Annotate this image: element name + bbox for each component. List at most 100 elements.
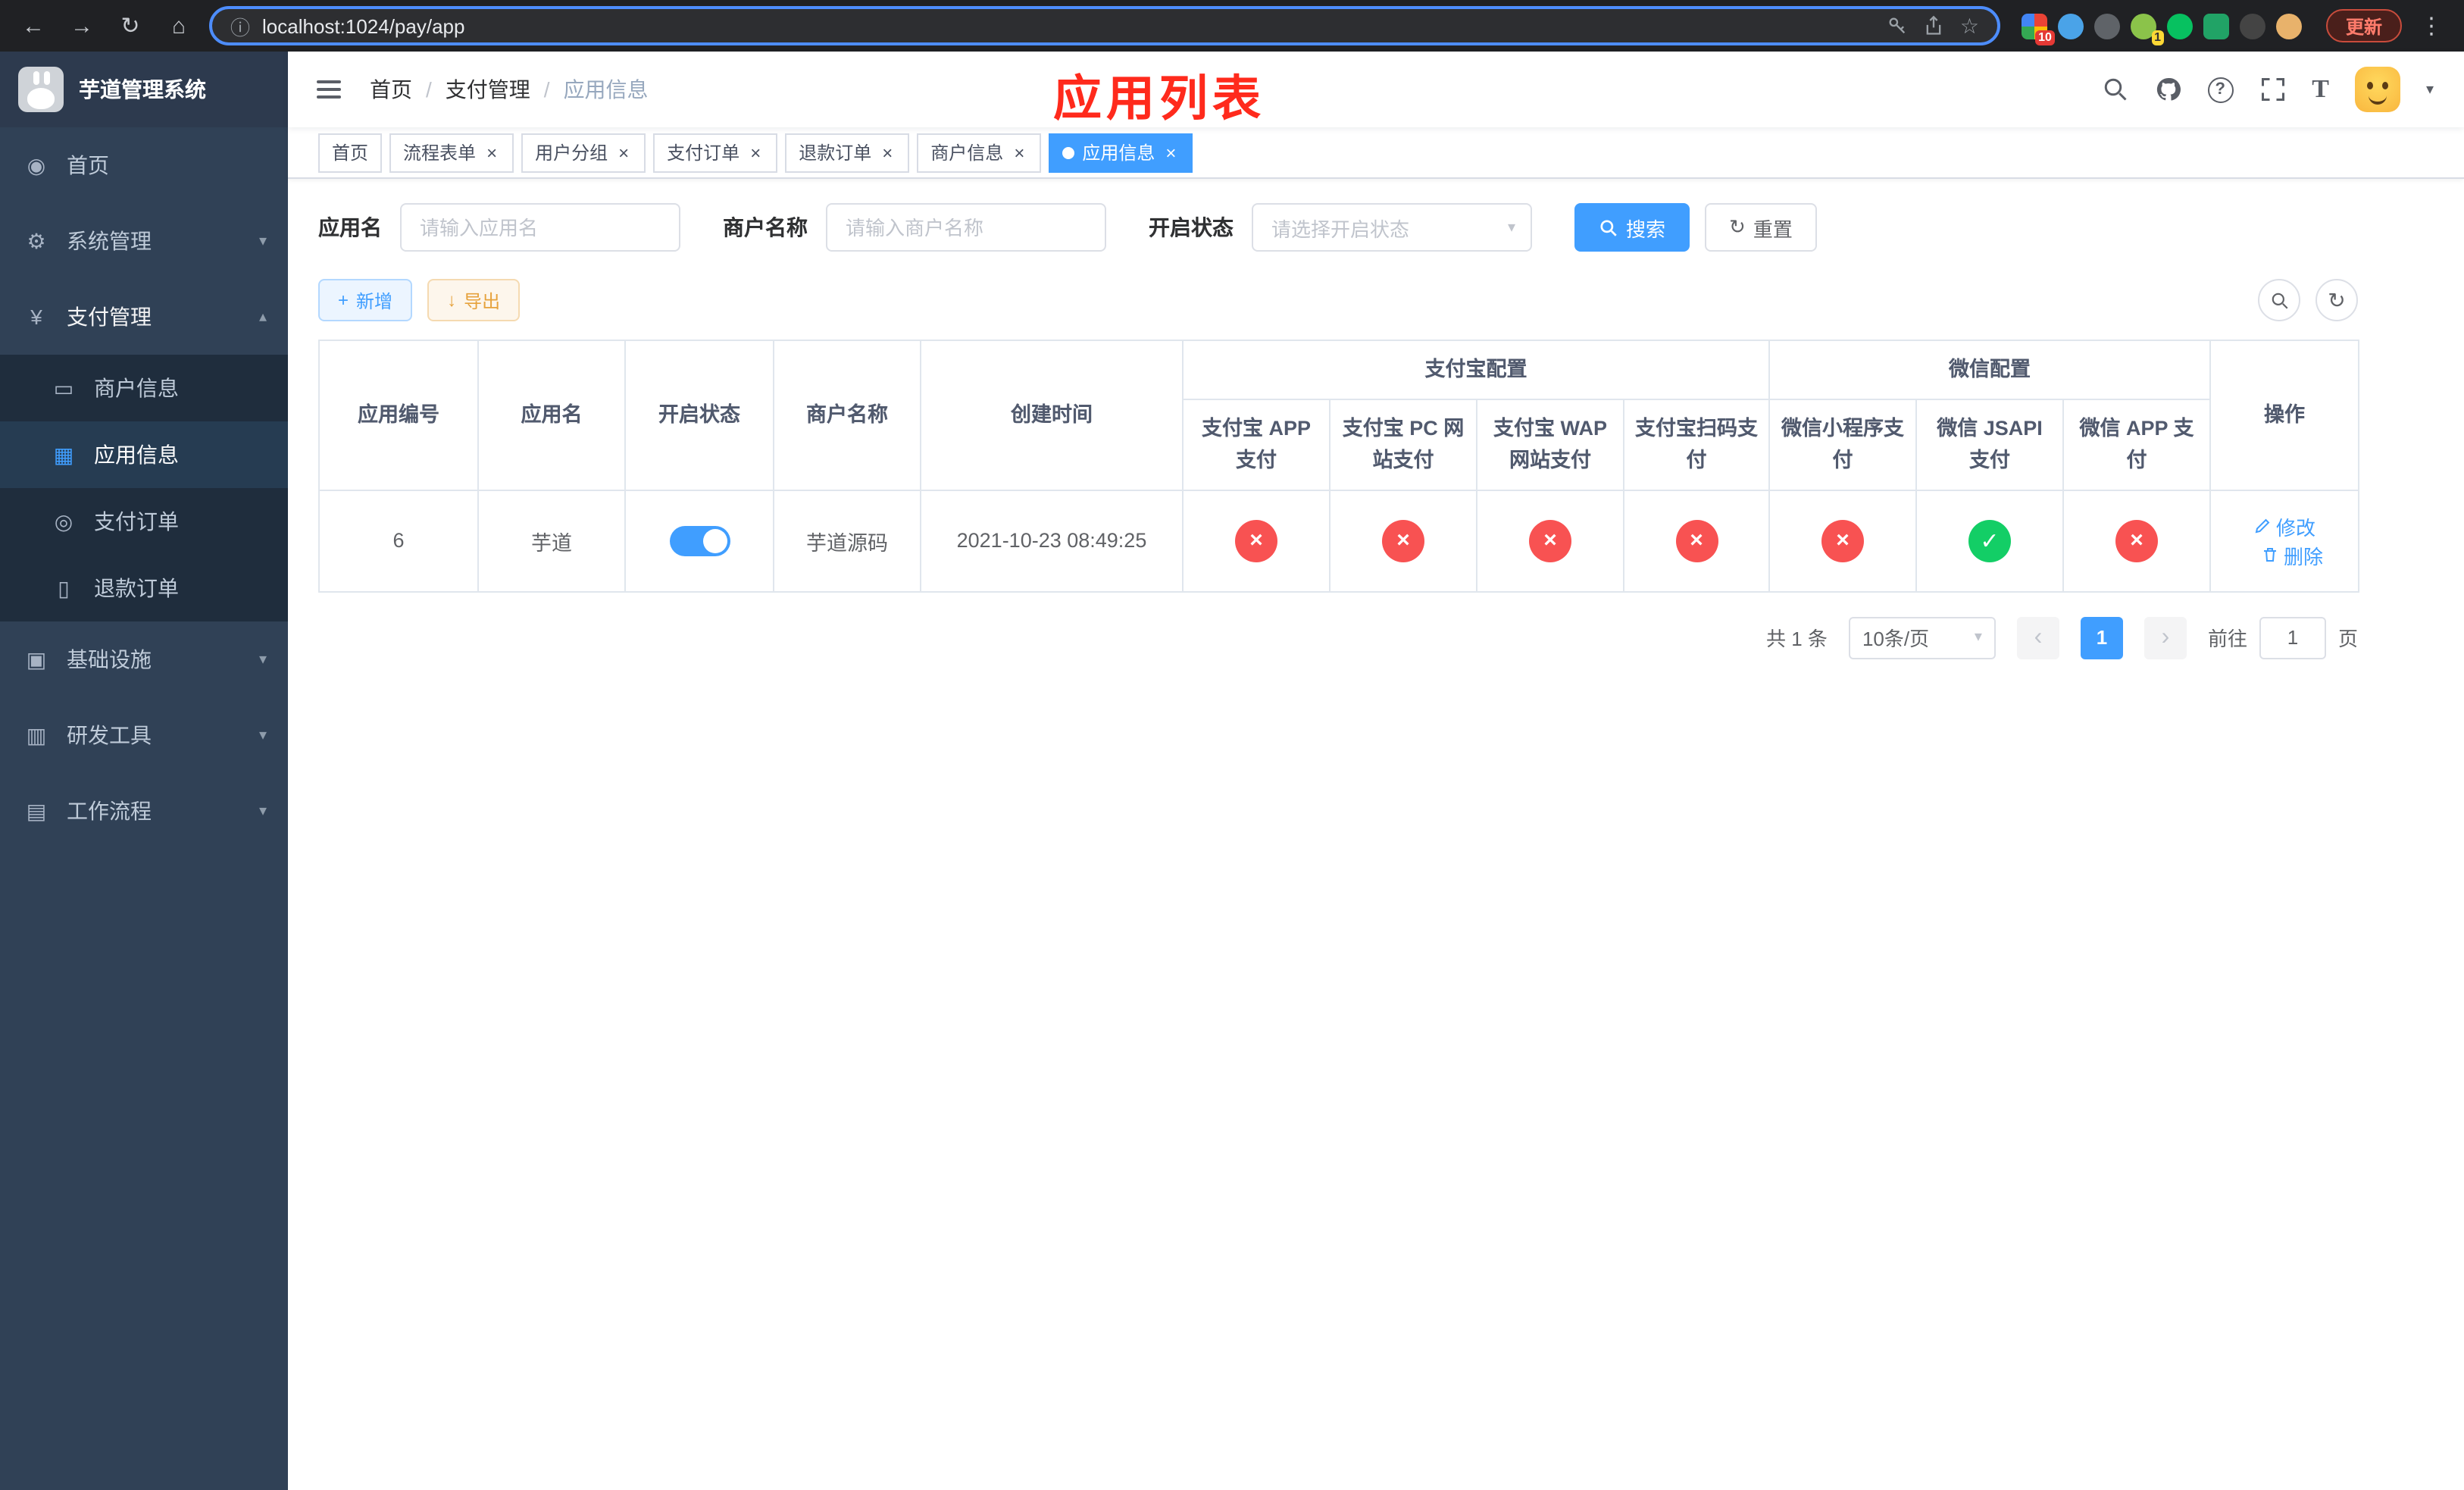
user-avatar[interactable] (2354, 67, 2400, 112)
chevron-up-icon: ▴ (258, 308, 267, 325)
browser-update-button[interactable]: 更新 (2325, 9, 2402, 42)
sidebar-item-label: 首页 (67, 153, 109, 177)
sidebar-item-workflow[interactable]: ▤ 工作流程 ▾ (0, 773, 288, 849)
browser-menu-icon[interactable]: ⋮ (2414, 12, 2449, 39)
close-icon[interactable]: × (747, 143, 764, 161)
key-icon[interactable] (1887, 15, 1909, 36)
page-size-select[interactable]: 10条/页 ▾ (1848, 616, 1996, 659)
prev-page-button[interactable]: ‹ (2016, 616, 2059, 659)
tab-pay-order[interactable]: 支付订单 × (653, 133, 778, 172)
reset-button[interactable]: ↻ 重置 (1705, 203, 1817, 252)
github-icon[interactable] (2154, 76, 2181, 103)
status-label: 开启状态 (1149, 215, 1234, 239)
main-content: 首页 / 支付管理 / 应用信息 应用列表 ? T ▾ 首页 流程表单 × 用户… (288, 52, 2464, 1490)
dashboard-icon: ◉ (27, 152, 46, 177)
breadcrumb-current: 应用信息 (563, 77, 649, 102)
chevron-down-icon: ▾ (258, 651, 267, 668)
search-icon (2271, 292, 2287, 308)
delete-link[interactable]: 删除 (2261, 541, 2323, 570)
sidebar-item-merchant-info[interactable]: ▭ 商户信息 (0, 355, 288, 421)
app-logo-row[interactable]: 芋道管理系统 (0, 52, 288, 127)
browser-reload-icon[interactable]: ↻ (112, 8, 149, 44)
font-size-icon[interactable]: T (2312, 74, 2329, 105)
tab-refund-order[interactable]: 退款订单 × (785, 133, 910, 172)
navbar-actions: ? T ▾ (2101, 67, 2434, 112)
tab-label: 应用信息 (1082, 142, 1155, 164)
app-name-input[interactable] (400, 203, 680, 252)
edit-link[interactable]: 修改 (2253, 512, 2315, 541)
next-page-button[interactable]: › (2143, 616, 2187, 659)
browser-home-icon[interactable]: ⌂ (161, 8, 197, 44)
close-icon[interactable]: × (879, 143, 896, 161)
goto-page-input[interactable] (2259, 616, 2326, 659)
bookmark-star-icon[interactable]: ☆ (1960, 13, 1979, 39)
refresh-table-button[interactable]: ↻ (2315, 279, 2358, 321)
avatar-caret-icon[interactable]: ▾ (2426, 81, 2434, 98)
sidebar-item-app-info[interactable]: ▦ 应用信息 (0, 421, 288, 488)
status-select[interactable]: 请选择开启状态 ▾ (1252, 203, 1532, 252)
extension-icon-4[interactable]: 1 (2130, 13, 2164, 45)
page-number-1[interactable]: 1 (2080, 616, 2123, 659)
sidebar-item-system[interactable]: ⚙ 系统管理 ▾ (0, 203, 288, 279)
wechat-app-status-icon: × (2115, 519, 2158, 562)
extension-icon-1[interactable]: 10 (2021, 13, 2055, 45)
refresh-icon: ↻ (1729, 215, 1746, 238)
sidebar-item-dev-tools[interactable]: ▥ 研发工具 ▾ (0, 697, 288, 773)
browser-forward-icon[interactable]: → (64, 8, 100, 44)
search-button[interactable]: 搜索 (1574, 203, 1690, 252)
tab-app-info[interactable]: 应用信息 × (1049, 133, 1193, 172)
close-icon[interactable]: × (1011, 143, 1027, 161)
sidebar-toggle-icon[interactable] (311, 71, 347, 108)
plus-icon: + (338, 290, 349, 311)
app-title: 芋道管理系统 (79, 77, 206, 102)
export-button[interactable]: ↓ 导出 (427, 279, 521, 321)
breadcrumb-separator: / (543, 77, 550, 102)
fullscreen-icon[interactable] (2259, 76, 2286, 103)
document-icon: ▯ (58, 575, 70, 599)
sidebar-item-home[interactable]: ◉ 首页 (0, 127, 288, 203)
help-icon[interactable]: ? (2207, 77, 2234, 102)
add-button[interactable]: + 新增 (318, 279, 413, 321)
close-icon[interactable]: × (615, 143, 632, 161)
extension-icon-6[interactable] (2203, 13, 2229, 39)
breadcrumb-payment[interactable]: 支付管理 (446, 74, 530, 105)
sidebar-item-label: 应用信息 (94, 443, 179, 467)
extension-icon-2[interactable] (2057, 13, 2084, 39)
sidebar-item-payment[interactable]: ¥ 支付管理 ▴ (0, 279, 288, 355)
extension-icon-3[interactable] (2093, 13, 2120, 39)
tab-user-group[interactable]: 用户分组 × (521, 133, 646, 172)
extension-icon-8[interactable] (2275, 13, 2302, 39)
tab-home[interactable]: 首页 (318, 133, 383, 172)
sidebar-item-label: 支付订单 (94, 509, 179, 534)
breadcrumb: 首页 / 支付管理 / 应用信息 (370, 74, 649, 105)
sidebar-item-infrastructure[interactable]: ▣ 基础设施 ▾ (0, 621, 288, 697)
site-info-icon[interactable]: ⓘ (230, 11, 250, 40)
browser-back-icon[interactable]: ← (15, 8, 52, 44)
status-toggle[interactable] (669, 525, 730, 556)
merchant-name-input[interactable] (826, 203, 1106, 252)
close-icon[interactable]: × (1162, 143, 1179, 161)
sidebar-item-refund-order[interactable]: ▯ 退款订单 (0, 555, 288, 621)
alipay-qr-status-icon: × (1675, 519, 1718, 562)
toggle-search-button[interactable] (2258, 279, 2300, 321)
close-icon[interactable]: × (483, 143, 500, 161)
sidebar: 芋道管理系统 ◉ 首页 ⚙ 系统管理 ▾ ¥ 支付管理 ▴ ▭ 商户信息 ▦ 应… (0, 52, 288, 1490)
extension-badge: 1 (2151, 30, 2164, 45)
workflow-icon: ▤ (26, 798, 47, 822)
tab-process-form[interactable]: 流程表单 × (389, 133, 514, 172)
download-icon: ↓ (447, 290, 457, 311)
search-icon[interactable] (2101, 76, 2128, 103)
tab-merchant-info[interactable]: 商户信息 × (917, 133, 1042, 172)
app-frame: 芋道管理系统 ◉ 首页 ⚙ 系统管理 ▾ ¥ 支付管理 ▴ ▭ 商户信息 ▦ 应… (0, 52, 2464, 1490)
share-icon[interactable] (1924, 15, 1945, 36)
chevron-down-icon: ▾ (1507, 219, 1515, 236)
extension-icon-7[interactable] (2239, 13, 2265, 39)
breadcrumb-separator: / (426, 77, 432, 102)
address-bar[interactable]: ⓘ localhost:1024/pay/app ☆ (209, 6, 2000, 45)
extension-icon-5[interactable] (2166, 13, 2193, 39)
status-select-placeholder: 请选择开启状态 (1271, 218, 1410, 240)
yen-icon: ¥ (30, 305, 42, 329)
breadcrumb-home[interactable]: 首页 (370, 74, 412, 105)
sidebar-item-pay-order[interactable]: ◎ 支付订单 (0, 488, 288, 555)
url-text[interactable]: localhost:1024/pay/app (262, 14, 1875, 37)
